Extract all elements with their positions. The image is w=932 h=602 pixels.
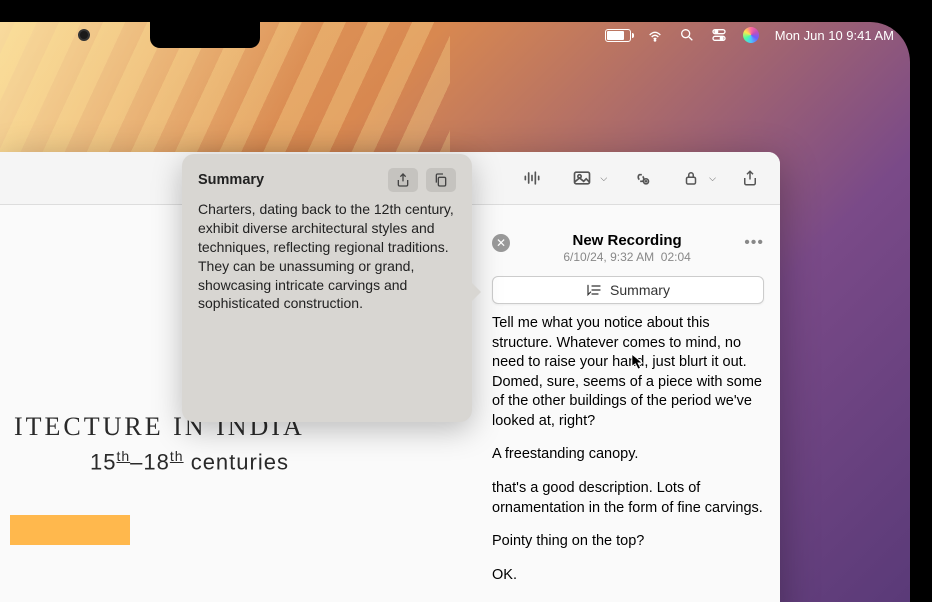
recording-meta: 6/10/24, 9:32 AM 02:04 bbox=[510, 250, 744, 264]
summary-button-label: Summary bbox=[610, 282, 670, 298]
popover-title: Summary bbox=[198, 172, 264, 188]
recording-title: New Recording bbox=[510, 232, 744, 249]
handwritten-note: ITECTURE IN INDIA 15th–18th centuries bbox=[0, 402, 460, 602]
copy-icon bbox=[433, 172, 449, 188]
menubar-datetime[interactable]: Mon Jun 10 9:41 AM bbox=[775, 28, 894, 43]
recording-panel: ✕ New Recording 6/10/24, 9:32 AM 02:04 •… bbox=[490, 226, 766, 602]
popover-share-button[interactable] bbox=[388, 168, 418, 192]
summary-button[interactable]: Summary bbox=[492, 276, 764, 304]
transcript-paragraph: that's a good description. Lots of ornam… bbox=[492, 479, 764, 518]
cursor-pointer-icon bbox=[631, 353, 645, 374]
menubar: Mon Jun 10 9:41 AM bbox=[0, 22, 910, 48]
popover-copy-button[interactable] bbox=[426, 168, 456, 192]
close-icon[interactable]: ✕ bbox=[492, 234, 510, 252]
siri-icon[interactable] bbox=[743, 27, 759, 43]
lock-button[interactable]: ⌵ bbox=[675, 165, 716, 191]
transcript-paragraph: Pointy thing on the top? bbox=[492, 532, 764, 552]
media-button[interactable]: ⌵ bbox=[566, 165, 607, 191]
transcript-body[interactable]: Tell me what you notice about this struc… bbox=[490, 314, 766, 599]
more-icon[interactable]: ••• bbox=[744, 234, 764, 252]
summary-glyph-icon bbox=[586, 283, 602, 297]
share-icon[interactable] bbox=[734, 165, 766, 191]
share-icon bbox=[395, 172, 411, 188]
popover-body: Charters, dating back to the 12th centur… bbox=[198, 200, 456, 313]
link-icon[interactable] bbox=[625, 165, 657, 191]
wifi-icon[interactable] bbox=[647, 27, 663, 43]
handwriting-line-2: 15th–18th centuries bbox=[90, 448, 450, 475]
transcript-paragraph: A freestanding canopy. bbox=[492, 445, 764, 465]
transcript-paragraph: OK. bbox=[492, 566, 764, 586]
lock-icon bbox=[675, 165, 707, 191]
chevron-down-icon: ⌵ bbox=[709, 173, 716, 184]
chevron-down-icon: ⌵ bbox=[600, 173, 607, 184]
transcript-paragraph: Tell me what you notice about this struc… bbox=[492, 314, 764, 431]
highlight-swatch bbox=[10, 515, 130, 545]
photo-icon bbox=[566, 165, 598, 191]
summary-popover: Summary Charters, dating back to the 12t… bbox=[182, 154, 472, 422]
audio-waveform-icon[interactable] bbox=[516, 165, 548, 191]
battery-icon[interactable] bbox=[605, 29, 631, 42]
spotlight-icon[interactable] bbox=[679, 27, 695, 43]
control-center-icon[interactable] bbox=[711, 27, 727, 43]
